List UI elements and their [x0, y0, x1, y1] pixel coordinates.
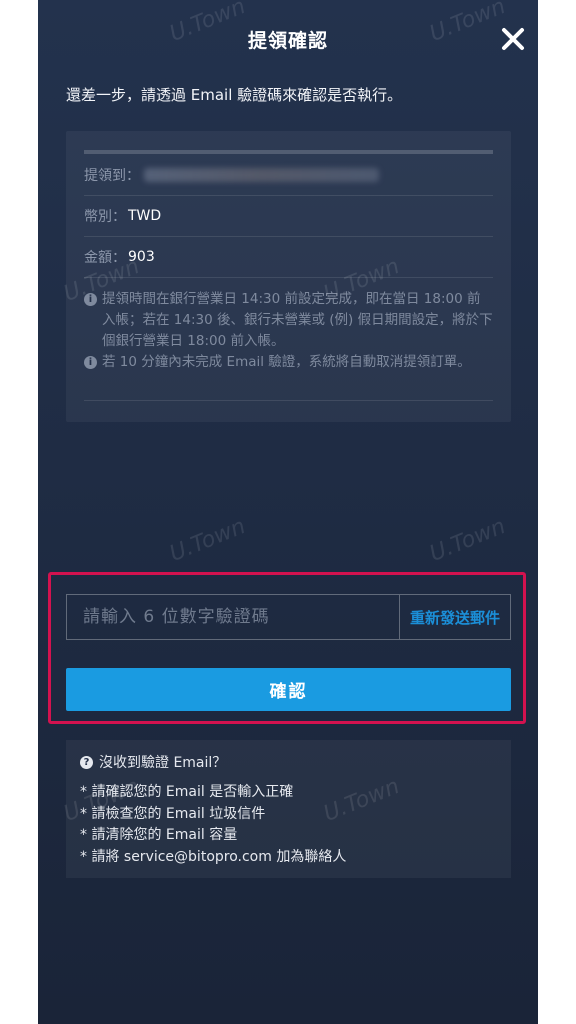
instruction-text: 還差一步，請透過 Email 驗證碼來確認是否執行。	[66, 86, 403, 104]
confirm-button[interactable]: 確認	[66, 668, 511, 711]
help-tip: * 請將 service@bitopro.com 加為聯絡人	[80, 848, 347, 865]
info-icon: i	[84, 356, 97, 369]
verification-code-group: 重新發送郵件	[66, 594, 511, 640]
resend-email-button[interactable]: 重新發送郵件	[399, 595, 510, 639]
help-box: ? 沒收到驗證 Email？ * 請確認您的 Email 是否輸入正確 * 請檢…	[66, 740, 511, 878]
currency-value: TWD	[128, 207, 162, 224]
question-icon: ?	[80, 755, 93, 769]
note-item: i 提領時間在銀行營業日 14:30 前設定完成，即在當日 18:00 前入帳；…	[84, 289, 493, 352]
withdraw-to-label: 提領到：	[84, 167, 140, 184]
help-question-text: 沒收到驗證 Email？	[99, 755, 227, 771]
withdraw-to-row: 提領到：	[84, 154, 493, 196]
note-text: 若 10 分鐘內未完成 Email 驗證，系統將自動取消提領訂單。	[102, 354, 471, 370]
help-tip: * 請清除您的 Email 容量	[80, 827, 238, 843]
currency-label: 幣別：	[84, 208, 126, 225]
blurred-account	[144, 167, 379, 182]
note-item: i 若 10 分鐘內未完成 Email 驗證，系統將自動取消提領訂單。	[84, 352, 493, 373]
close-icon[interactable]	[500, 26, 526, 52]
help-question: ? 沒收到驗證 Email？	[80, 752, 497, 772]
help-tip: * 請確認您的 Email 是否輸入正確	[80, 784, 294, 800]
verification-code-input[interactable]	[67, 595, 399, 639]
note-text: 提領時間在銀行營業日 14:30 前設定完成，即在當日 18:00 前入帳；若在…	[102, 291, 493, 349]
withdraw-notes: i 提領時間在銀行營業日 14:30 前設定完成，即在當日 18:00 前入帳；…	[84, 289, 493, 401]
amount-row: 金額： 903	[84, 236, 493, 278]
currency-row: 幣別： TWD	[84, 195, 493, 237]
help-tip: * 請檢查您的 Email 垃圾信件	[80, 805, 266, 822]
